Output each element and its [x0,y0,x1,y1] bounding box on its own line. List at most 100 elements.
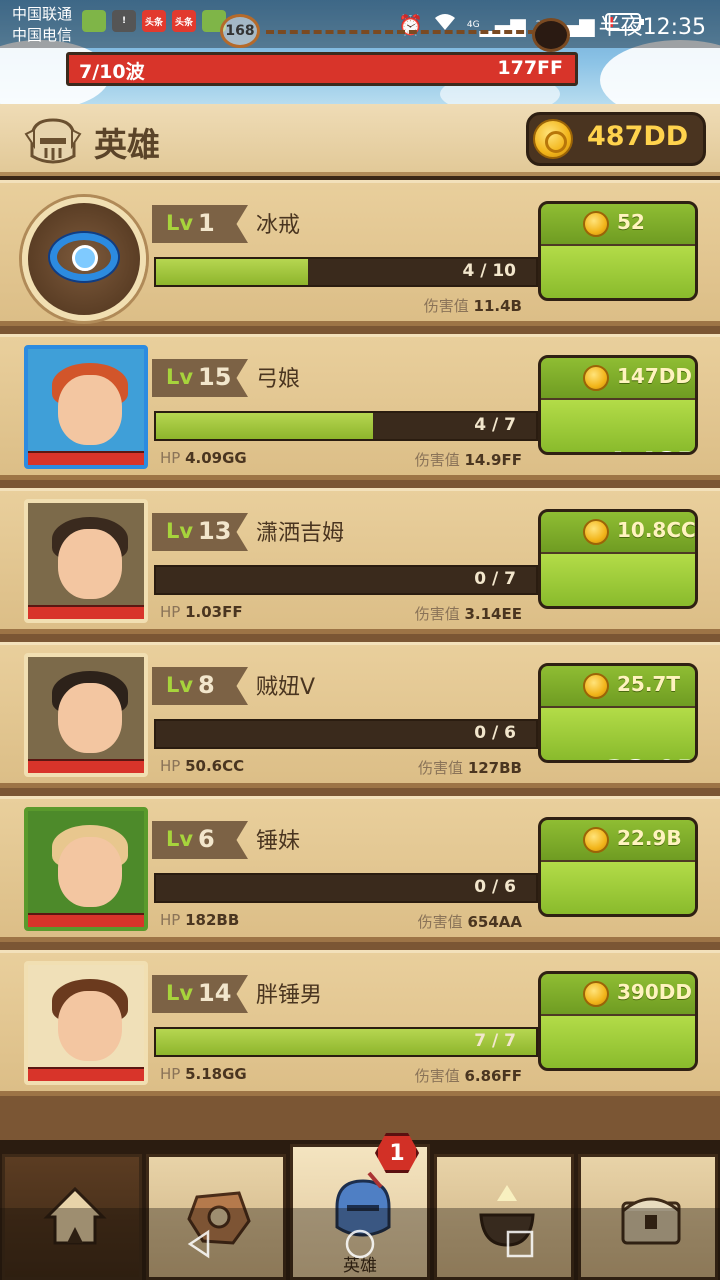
level-progress-bar: 4 / 10 [154,257,538,287]
upgrade-button[interactable]: 22.9B +196AA [538,817,698,917]
gold-counter: 487DD [526,112,706,166]
wave-path [266,30,536,34]
gold-coin-icon [583,519,609,545]
hero-face [58,837,122,907]
arrow-up-icon [555,606,581,609]
hero-face [58,529,122,599]
gold-coin-icon [533,119,573,159]
level-number: 8 [198,671,215,699]
hero-hp: HP 1.03FF [160,603,243,621]
upgrade-cost-bar: 22.9B [541,820,695,860]
back-icon[interactable] [184,1228,216,1260]
gold-coin-icon [583,365,609,391]
upgrade-gain: +4.48FF [581,446,695,452]
gold-amount: 487DD [587,121,689,152]
recents-icon[interactable] [504,1228,536,1260]
upgrade-action: 升级 [541,1016,695,1068]
upgrade-button[interactable]: 52 +3.72B [538,201,698,301]
page-title: 英雄 [94,125,160,164]
arrow-up-icon [555,452,581,455]
upgrade-cost-bar: 147DD [541,358,695,398]
progress-text: 0 / 6 [474,877,516,897]
upgrade-cost-bar: 52 [541,204,695,244]
level-progress-bar: 4 / 7 [154,411,538,441]
hero-damage: 伤害值 127BB [418,759,522,777]
hero-hp-bar [28,1067,144,1081]
upgrade-button[interactable]: 390DD 升级 [538,971,698,1071]
level-progress-bar: 0 / 7 [154,565,538,595]
progress-text: 0 / 6 [474,723,516,743]
upgrade-button[interactable]: 147DD +4.48FF [538,355,698,455]
hero-damage: 伤害值 6.86FF [414,1067,522,1085]
level-prefix: Lv [166,673,194,697]
top-banner: 中国联通 中国电信 !头条头条 ⏰ 4G▂▄▆ 2G▂▄▆ 半夜12:35 16… [0,0,720,104]
upgrade-action: +4.48FF [541,400,695,455]
level-prefix: Lv [166,827,194,851]
hero-row[interactable]: Lv 14 胖锤男 7 / 7 HP 5.18GG 伤害值 6.86FF 390… [0,950,720,1096]
hero-row[interactable]: Lv 13 潇洒吉姆 0 / 7 HP 1.03FF 伤害值 3.14EE 10… [0,488,720,634]
level-tag: Lv 8 [152,667,248,705]
hero-row[interactable]: Lv 8 贼妞V 0 / 6 HP 50.6CC 伤害值 127BB 25.7T… [0,642,720,788]
hero-hp: HP 182BB [160,911,240,929]
progress-fill [156,259,308,285]
hero-name: 冰戒 [256,213,301,238]
toutiao-icon: 头条 [172,10,196,32]
level-tag: Lv 1 [152,205,248,243]
hero-row[interactable]: Lv 6 锤妹 0 / 6 HP 182BB 伤害值 654AA 22.9B +… [0,796,720,942]
hero-row[interactable]: Lv 15 弓娘 4 / 7 HP 4.09GG 伤害值 14.9FF 147D… [0,334,720,480]
progress-text: 0 / 7 [474,569,516,589]
progress-text: 4 / 10 [462,261,516,281]
upgrade-cost: 390DD [617,980,692,1004]
upgrade-action: +38.0BB [541,708,695,763]
helmet-icon [24,118,82,164]
wave-hp-value: 177FF [497,57,563,79]
hero-face [58,683,122,753]
notification-icons: ! 头条 头条 [82,10,226,32]
hero-portrait[interactable] [24,345,148,469]
hero-hp-bar [28,605,144,619]
hero-portrait[interactable] [24,499,148,623]
upgrade-cost: 22.9B [617,826,682,850]
hero-hp: HP 50.6CC [160,757,245,775]
hero-damage: 伤害值 3.14EE [414,605,522,623]
upgrade-gain: +943DD [585,604,695,606]
carrier-2: 中国电信 [12,26,73,44]
gold-coin-icon [583,673,609,699]
upgrade-button[interactable]: 10.8CC +943DD [538,509,698,609]
level-number: 14 [198,979,232,1007]
arrow-up-icon [555,298,581,301]
level-number: 13 [198,517,232,545]
hero-list[interactable]: Lv 1 冰戒 4 / 10 伤害值 11.4B 52 +3.72B Lv 15 [0,180,720,1140]
hero-portrait[interactable] [24,807,148,931]
hero-row[interactable]: Lv 1 冰戒 4 / 10 伤害值 11.4B 52 +3.72B [0,180,720,326]
status-bar: 中国联通 中国电信 !头条头条 ⏰ 4G▂▄▆ 2G▂▄▆ 半夜12:35 [0,0,720,48]
level-tag: Lv 13 [152,513,248,551]
hero-hp-bar [28,451,144,465]
hero-hp-bar [28,913,144,927]
carrier-1: 中国联通 [12,5,73,23]
home-circle-icon[interactable] [344,1228,376,1260]
upgrade-gain: +38.0BB [581,754,695,760]
hero-portrait[interactable] [22,197,146,321]
arrow-up-icon [555,760,581,763]
upgrade-cost: 25.7T [617,672,680,696]
toutiao-icon: 头条 [142,10,166,32]
gold-coin-icon [583,211,609,237]
hero-damage: 伤害值 14.9FF [414,451,522,469]
hero-face [58,991,122,1061]
upgrade-cost-bar: 390DD [541,974,695,1014]
progress-text: 7 / 7 [474,1031,516,1051]
wave-hp-bar: 7/10波 177FF [66,52,578,86]
level-progress-bar: 0 / 6 [154,873,538,903]
level-progress-bar: 0 / 6 [154,719,538,749]
level-tag: Lv 14 [152,975,248,1013]
arrow-up-icon [555,914,581,917]
upgrade-button[interactable]: 25.7T +38.0BB [538,663,698,763]
level-number: 6 [198,825,215,853]
upgrade-action: +196AA [541,862,695,917]
hero-portrait[interactable] [24,653,148,777]
gold-coin-icon [583,981,609,1007]
hero-hp-bar [28,759,144,773]
progress-fill [156,413,373,439]
hero-portrait[interactable] [24,961,148,1085]
